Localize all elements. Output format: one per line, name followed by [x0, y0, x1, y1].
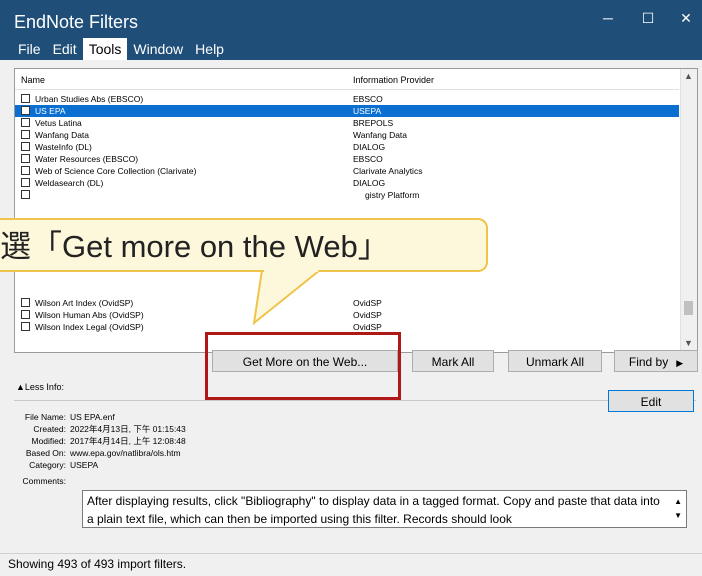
- filter-name: Vetus Latina: [35, 118, 82, 128]
- unmark-all-button[interactable]: Unmark All: [508, 350, 602, 372]
- list-item[interactable]: Web of Science Core Collection (Clarivat…: [15, 165, 679, 177]
- list-item[interactable]: Urban Studies Abs (EBSCO) EBSCO: [15, 93, 679, 105]
- checkbox[interactable]: [21, 106, 30, 115]
- checkbox[interactable]: [21, 310, 30, 319]
- filter-provider: gistry Platform: [365, 190, 420, 200]
- filter-name: Water Resources (EBSCO): [35, 154, 139, 164]
- arrow-right-icon: ▶: [676, 358, 684, 368]
- filter-provider: DIALOG: [353, 178, 386, 188]
- list-item[interactable]: Water Resources (EBSCO) EBSCO: [15, 153, 679, 165]
- file-name-label: File Name:: [24, 412, 66, 422]
- menu-file[interactable]: File: [12, 38, 47, 60]
- filter-name: Wilson Human Abs (OvidSP): [35, 310, 144, 320]
- filter-name: US EPA: [35, 106, 66, 116]
- based-on-value: www.epa.gov/natlibra/ols.htm: [70, 448, 181, 458]
- filter-provider: OvidSP: [353, 310, 382, 320]
- filter-provider: EBSCO: [353, 94, 383, 104]
- scroll-thumb[interactable]: [684, 301, 693, 315]
- list-scrollbar[interactable]: ▲ ▼: [680, 69, 697, 352]
- title-bar: EndNote Filters ─ ☐ ✕ File Edit Tools Wi…: [0, 0, 702, 60]
- filter-provider: DIALOG: [353, 142, 386, 152]
- checkbox[interactable]: [21, 118, 30, 127]
- minimize-button[interactable]: ─: [588, 10, 628, 26]
- comments-text: After displaying results, click "Bibliog…: [87, 494, 660, 526]
- filter-name: WasteInfo (DL): [35, 142, 92, 152]
- triangle-up-icon: ▲: [16, 382, 25, 392]
- filter-provider: BREPOLS: [353, 118, 394, 128]
- mark-all-button[interactable]: Mark All: [412, 350, 494, 372]
- filter-provider: USEPA: [353, 106, 382, 116]
- filter-list[interactable]: Name Information Provider Urban Studies …: [14, 68, 698, 353]
- checkbox[interactable]: [21, 190, 30, 199]
- list-item[interactable]: Vetus Latina BREPOLS: [15, 117, 679, 129]
- filter-name: Wanfang Data: [35, 130, 90, 140]
- list-item[interactable]: Wilson Human Abs (OvidSP) OvidSP: [15, 309, 679, 321]
- filter-provider: Wanfang Data: [353, 130, 408, 140]
- checkbox[interactable]: [21, 298, 30, 307]
- list-header: Name Information Provider: [15, 69, 679, 90]
- column-header-provider[interactable]: Information Provider: [353, 75, 434, 85]
- modified-value: 2017年4月14日, 上午 12:08:48: [70, 436, 186, 446]
- highlight-box: [205, 332, 401, 400]
- maximize-button[interactable]: ☐: [628, 10, 668, 27]
- filter-name: Wilson Art Index (OvidSP): [35, 298, 134, 308]
- checkbox[interactable]: [21, 322, 30, 331]
- find-by-button[interactable]: Find by ▶: [614, 350, 698, 372]
- close-button[interactable]: ✕: [666, 10, 702, 27]
- category-label: Category:: [29, 460, 66, 470]
- category-value: USEPA: [70, 460, 99, 470]
- details-panel: [14, 400, 696, 551]
- list-item[interactable]: gistry Platform: [15, 189, 679, 201]
- menu-help[interactable]: Help: [189, 38, 230, 60]
- list-item[interactable]: Wilson Art Index (OvidSP) OvidSP: [15, 297, 679, 309]
- filter-provider: Clarivate Analytics: [353, 166, 423, 176]
- list-item[interactable]: Weldasearch (DL) DIALOG: [15, 177, 679, 189]
- modified-label: Modified:: [31, 436, 67, 446]
- scroll-down-icon[interactable]: ▼: [684, 338, 693, 348]
- list-item[interactable]: Wanfang Data Wanfang Data: [15, 129, 679, 141]
- checkbox[interactable]: [21, 178, 30, 187]
- comments-label: Comments:: [22, 476, 66, 486]
- filter-provider: OvidSP: [353, 298, 382, 308]
- status-bar: Showing 493 of 493 import filters.: [0, 553, 702, 576]
- less-info-toggle[interactable]: ▲Less Info:: [16, 382, 64, 392]
- list-item[interactable]: WasteInfo (DL) DIALOG: [15, 141, 679, 153]
- checkbox[interactable]: [21, 94, 30, 103]
- menu-edit[interactable]: Edit: [47, 38, 83, 60]
- window-title: EndNote Filters: [14, 12, 139, 32]
- menu-window[interactable]: Window: [127, 38, 189, 60]
- filter-name: Wilson Index Legal (OvidSP): [35, 322, 144, 332]
- comments-textarea[interactable]: After displaying results, click "Bibliog…: [82, 490, 687, 528]
- filter-name: Urban Studies Abs (EBSCO): [35, 94, 144, 104]
- checkbox[interactable]: [21, 130, 30, 139]
- annotation-callout: 選「Get more on the Web」: [0, 218, 488, 272]
- menu-tools[interactable]: Tools: [82, 38, 128, 60]
- column-header-name[interactable]: Name: [21, 75, 45, 85]
- checkbox[interactable]: [21, 154, 30, 163]
- filter-provider: EBSCO: [353, 154, 383, 164]
- created-label: Created:: [33, 424, 66, 434]
- filter-name: Weldasearch (DL): [35, 178, 104, 188]
- based-on-label: Based On:: [25, 448, 66, 458]
- filter-name: Web of Science Core Collection (Clarivat…: [35, 166, 197, 176]
- edit-button[interactable]: Edit: [608, 390, 694, 412]
- find-by-label: Find by: [628, 355, 669, 369]
- scroll-up-icon[interactable]: ▲: [684, 71, 693, 81]
- checkbox[interactable]: [21, 142, 30, 151]
- status-text: Showing 493 of 493 import filters.: [8, 557, 187, 571]
- less-info-label: Less Info:: [24, 382, 64, 392]
- scroll-down-icon[interactable]: ▼: [674, 507, 682, 525]
- checkbox[interactable]: [21, 166, 30, 175]
- created-value: 2022年4月13日, 下午 01:15:43: [70, 424, 186, 434]
- file-name-value: US EPA.enf: [70, 412, 115, 422]
- list-item-selected[interactable]: US EPA USEPA: [15, 105, 679, 117]
- menu-bar: File Edit Tools Window Help: [12, 38, 230, 60]
